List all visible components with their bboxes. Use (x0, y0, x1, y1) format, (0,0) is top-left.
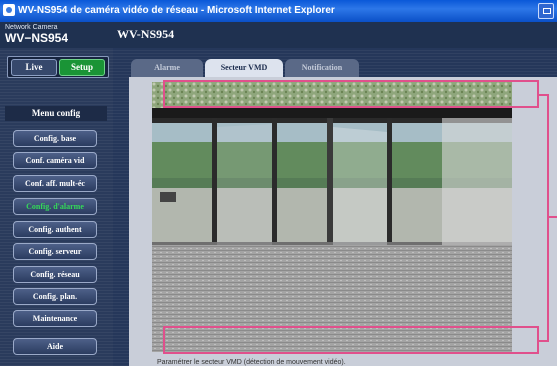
sidebar-item-alarm[interactable]: Config. d'alarme (13, 198, 97, 215)
sidebar-item-authentication[interactable]: Config. authent (13, 221, 97, 238)
sidebar-item-help[interactable]: Aide (13, 338, 97, 355)
sidebar-item-server[interactable]: Config. serveur (13, 243, 97, 260)
sidebar-item-camera-video[interactable]: Conf. caméra vid (13, 152, 97, 169)
vmd-area-bottom[interactable] (163, 326, 539, 354)
restore-window-icon[interactable] (538, 3, 554, 19)
tab-alarme[interactable]: Alarme (131, 59, 203, 77)
menu-title: Menu config (5, 106, 107, 121)
tab-notification[interactable]: Notification (285, 59, 359, 77)
vmd-panel: Paramétrer le secteur VMD (détection de … (129, 77, 557, 366)
bracket-line (549, 216, 557, 218)
page-header: Network Camera WV−NS954 WV-NS954 (0, 22, 557, 48)
camera-model-label: WV−NS954 (5, 31, 69, 45)
sidebar-item-multiscreen[interactable]: Conf. aff. mult-éc (13, 175, 97, 192)
camera-scene (152, 82, 512, 352)
window-title: WV-NS954 de caméra vidéo de réseau - Mic… (18, 5, 335, 16)
description-text: Paramétrer le secteur VMD (détection de … (157, 359, 346, 366)
mode-switch: Live Setup (7, 56, 109, 78)
main-content: Alarme Secteur VMD Notification Paramétr… (113, 48, 557, 366)
live-button[interactable]: Live (11, 59, 57, 76)
bracket-line (547, 94, 549, 342)
sidebar-item-maintenance[interactable]: Maintenance (13, 310, 97, 327)
window-title-bar: WV-NS954 de caméra vidéo de réseau - Mic… (0, 0, 557, 22)
sidebar-item-network[interactable]: Config. réseau (13, 266, 97, 283)
page-title: WV-NS954 (117, 27, 175, 41)
camera-image[interactable] (152, 82, 512, 352)
sidebar-item-schedule[interactable]: Config. plan. (13, 288, 97, 305)
vmd-area-top[interactable] (163, 80, 539, 108)
camera-type-label: Network Camera (5, 24, 58, 31)
ie-app-icon (3, 4, 15, 16)
bracket-line (539, 340, 549, 342)
sidebar-item-config-base[interactable]: Config. base (13, 130, 97, 147)
tab-secteur-vmd[interactable]: Secteur VMD (205, 59, 283, 77)
sidebar: Live Setup Menu config Config. base Conf… (0, 48, 113, 366)
setup-button[interactable]: Setup (59, 59, 105, 76)
